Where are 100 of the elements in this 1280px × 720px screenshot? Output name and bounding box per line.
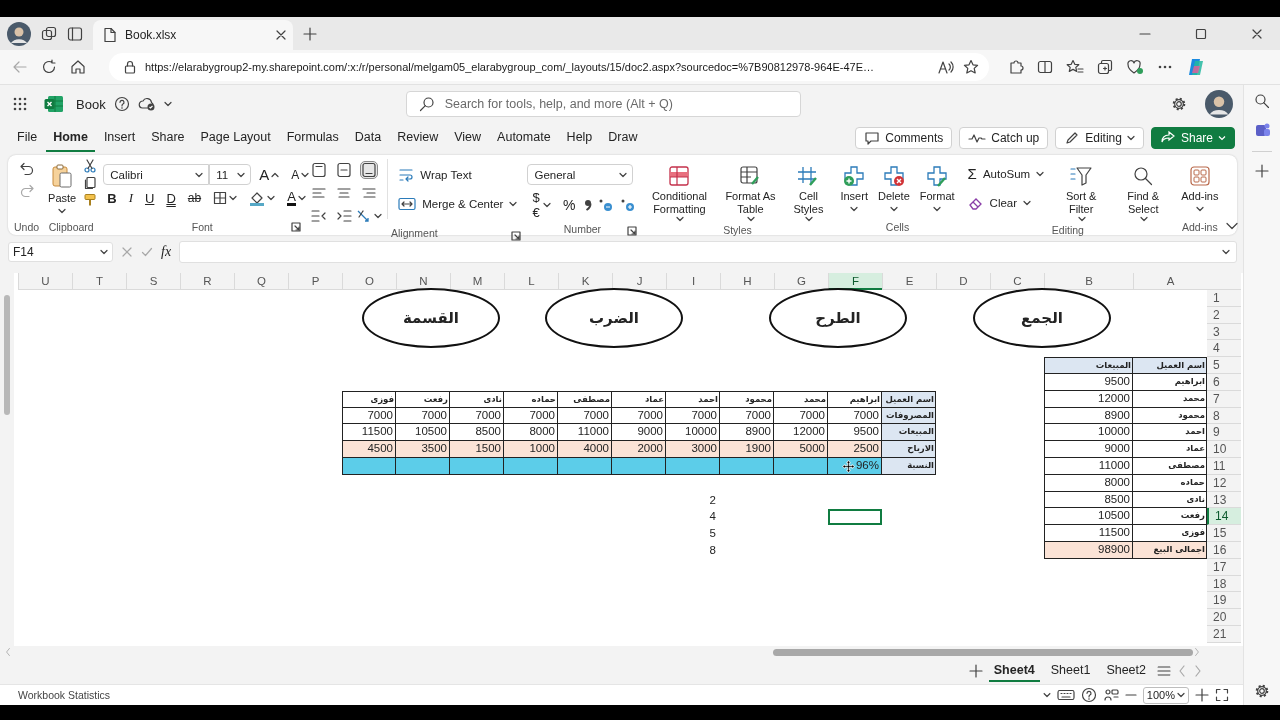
underline-button[interactable]: U	[141, 188, 159, 208]
column-header[interactable]: A	[1133, 273, 1207, 290]
sort-filter-button[interactable]: Sort & Filter	[1052, 159, 1111, 224]
menu-tab[interactable]: Draw	[601, 124, 645, 152]
settings-icon[interactable]	[1254, 683, 1270, 699]
paste-button[interactable]: Paste	[45, 159, 80, 216]
clear-button[interactable]: Clear	[963, 194, 1049, 212]
menu-tab[interactable]: Page Layout	[193, 124, 278, 152]
row-header[interactable]: 19	[1207, 592, 1241, 610]
align-right-icon[interactable]	[361, 185, 378, 201]
accessibility-icon[interactable]	[1102, 688, 1119, 702]
sheet-tab[interactable]: Sheet2	[1101, 660, 1151, 682]
workspaces-icon[interactable]	[41, 25, 57, 42]
column-header[interactable]: C	[990, 273, 1044, 290]
decrease-indent-icon[interactable]	[311, 208, 328, 224]
add-ins-button[interactable]: Add-ins	[1178, 159, 1222, 214]
menu-tab[interactable]: Help	[559, 124, 600, 152]
sheet-tab[interactable]: Sheet4	[988, 660, 1040, 682]
tab-actions-icon[interactable]	[67, 25, 83, 42]
spreadsheet-logo-icon[interactable]	[44, 95, 64, 113]
oval-shape[interactable]: الجمع	[973, 288, 1111, 348]
top-align-icon[interactable]	[311, 162, 328, 178]
column-header[interactable]: R	[180, 273, 234, 290]
oval-shape[interactable]: الطرح	[769, 288, 907, 348]
align-left-icon[interactable]	[311, 185, 328, 201]
browser-tab[interactable]: Book.xlsx	[93, 20, 293, 50]
font-size-dropdown[interactable]: 11	[209, 164, 252, 185]
format-as-table-button[interactable]: Format As Table	[719, 159, 782, 224]
strikethrough-button[interactable]: ab	[183, 189, 206, 207]
menu-tab[interactable]: Review	[390, 124, 446, 152]
menu-tab[interactable]: File	[10, 124, 45, 152]
copilot-icon[interactable]	[1186, 57, 1206, 77]
all-sheets-icon[interactable]	[1157, 665, 1171, 677]
row-header[interactable]: 14	[1207, 508, 1241, 526]
dialog-launcher-icon[interactable]	[511, 231, 522, 241]
split-screen-icon[interactable]	[1037, 59, 1053, 75]
double-underline-button[interactable]: D	[162, 188, 180, 208]
help-icon[interactable]	[113, 96, 130, 112]
undo-icon[interactable]	[18, 161, 35, 177]
menu-tab[interactable]: Automate	[490, 124, 558, 152]
editing-button[interactable]: Editing	[1055, 127, 1144, 149]
scrollbar-thumb[interactable]	[4, 295, 10, 415]
zoom-dropdown[interactable]: 100%	[1142, 686, 1189, 704]
search-field[interactable]: Search for tools, help, and more (Alt + Q)	[405, 91, 801, 117]
catch-up-button[interactable]: Catch up	[959, 127, 1049, 149]
maximize-icon[interactable]	[1195, 27, 1207, 40]
column-header[interactable]: K	[558, 273, 612, 290]
zoom-in-icon[interactable]	[1195, 688, 1209, 702]
user-avatar[interactable]	[1205, 90, 1233, 118]
italic-button[interactable]: I	[124, 188, 137, 208]
comments-button[interactable]: Comments	[855, 127, 953, 149]
menu-tab[interactable]: Home	[46, 124, 95, 152]
cloud-check-icon[interactable]	[137, 96, 156, 112]
delete-button[interactable]: Delete	[874, 159, 913, 214]
function-button[interactable]: fx	[161, 244, 172, 260]
teams-icon[interactable]	[1253, 121, 1271, 139]
refresh-icon[interactable]	[41, 59, 57, 75]
fullscreen-icon[interactable]	[1215, 688, 1229, 702]
document-title[interactable]: Book	[76, 96, 106, 112]
menu-tab[interactable]: Data	[347, 124, 389, 152]
column-header[interactable]: M	[450, 273, 504, 290]
column-header[interactable]: L	[504, 273, 558, 290]
column-header[interactable]: D	[936, 273, 990, 290]
new-tab-icon[interactable]	[303, 26, 317, 41]
caret-icon[interactable]	[1042, 692, 1051, 698]
column-header[interactable]: S	[126, 273, 180, 290]
merge-center-button[interactable]: Merge & Center	[394, 195, 522, 213]
name-box[interactable]: F14	[8, 242, 113, 262]
number-format-dropdown[interactable]: General	[527, 164, 634, 185]
increase-indent-icon[interactable]	[336, 208, 353, 224]
dialog-launcher-icon[interactable]	[627, 226, 638, 236]
read-aloud-icon[interactable]	[937, 59, 955, 75]
close-tab-icon[interactable]	[275, 29, 287, 41]
copy-icon[interactable]	[83, 176, 98, 190]
middle-align-icon[interactable]	[336, 162, 353, 178]
bold-button[interactable]: B	[103, 188, 121, 208]
shrink-font-button[interactable]: A	[287, 165, 314, 184]
row-header[interactable]: 9	[1207, 424, 1241, 442]
cut-icon[interactable]	[83, 159, 98, 173]
font-color-button[interactable]: A	[283, 188, 310, 208]
find-select-button[interactable]: Find & Select	[1114, 159, 1173, 224]
profile-avatar[interactable]	[7, 21, 31, 46]
align-center-icon[interactable]	[336, 185, 353, 201]
dialog-launcher-icon[interactable]	[291, 222, 302, 232]
column-header[interactable]: I	[666, 273, 720, 290]
status-text[interactable]: Workbook Statistics	[18, 689, 110, 701]
accounting-format-button[interactable]: $€	[527, 188, 555, 222]
column-header[interactable]: B	[1044, 273, 1133, 290]
oval-shape[interactable]: الضرب	[545, 288, 683, 348]
column-header[interactable]: N	[396, 273, 450, 290]
app-launcher-icon[interactable]	[12, 96, 28, 112]
column-header[interactable]: O	[342, 273, 396, 290]
search-icon[interactable]	[1254, 93, 1270, 109]
conditional-formatting-button[interactable]: Conditional Formatting	[643, 159, 716, 224]
bottom-align-icon[interactable]	[361, 162, 378, 178]
add-sheet-icon[interactable]	[968, 664, 983, 678]
scrollbar-thumb[interactable]	[773, 648, 1193, 656]
favorites-icon[interactable]	[1066, 59, 1084, 75]
row-header[interactable]: 4	[1207, 340, 1241, 358]
add-icon[interactable]	[1255, 164, 1269, 178]
